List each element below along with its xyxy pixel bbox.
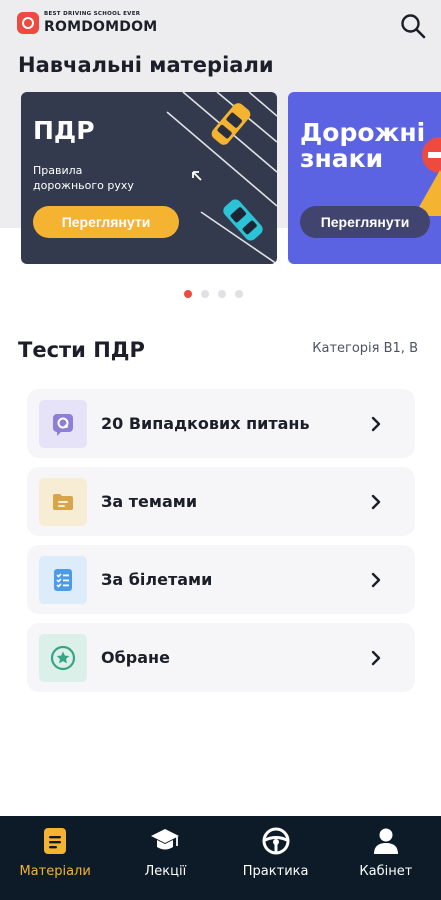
bottom-navigation: Матеріали Лекції Практика Кабінет <box>0 816 441 900</box>
nav-label: Кабінет <box>359 864 413 879</box>
chevron-right-icon <box>363 489 389 515</box>
carousel-dot[interactable] <box>201 290 209 298</box>
logo-name: ROMDOMDOM <box>44 18 158 35</box>
list-item-by-topics[interactable]: За темами <box>27 467 415 536</box>
list-item-favorites[interactable]: Обране <box>27 623 415 692</box>
question-bubble-icon <box>39 399 87 448</box>
carousel-pagination <box>184 290 243 298</box>
card-pdr-title: ПДР <box>33 116 95 145</box>
card-road-signs[interactable]: Дорожні знаки Переглянути <box>288 92 441 264</box>
carousel-dot[interactable] <box>184 290 192 298</box>
list-item-label: За темами <box>101 492 198 511</box>
nav-label: Матеріали <box>19 864 91 879</box>
chevron-right-icon <box>363 411 389 437</box>
list-item-label: За білетами <box>101 570 213 589</box>
carousel-dot[interactable] <box>235 290 243 298</box>
nav-item-cabinet[interactable]: Кабінет <box>331 816 441 900</box>
materials-title: Навчальні матеріали <box>18 53 274 77</box>
tests-title: Тести ПДР <box>18 338 145 362</box>
materials-carousel[interactable]: ПДР Правила дорожнього руху Переглянути … <box>0 92 441 265</box>
app-header: BEST DRIVING SCHOOL EVER ROMDOMDOM <box>0 0 441 50</box>
search-button[interactable] <box>399 12 427 40</box>
card-pdr-subtitle: Правила дорожнього руху <box>33 164 134 192</box>
card-pdr-view-button[interactable]: Переглянути <box>33 206 179 238</box>
card-signs-title: Дорожні знаки <box>300 118 426 174</box>
nav-label: Лекції <box>144 864 187 879</box>
nav-label: Практика <box>242 864 309 879</box>
logo-mark-icon <box>17 12 39 34</box>
chevron-right-icon <box>363 567 389 593</box>
search-icon <box>401 14 426 39</box>
list-item-label: Обране <box>101 648 170 667</box>
steering-wheel-icon <box>261 826 291 856</box>
nav-item-materials[interactable]: Матеріали <box>0 816 110 900</box>
graduation-cap-icon <box>150 826 180 856</box>
folder-icon <box>39 477 87 526</box>
nav-item-practice[interactable]: Практика <box>221 816 331 900</box>
chevron-right-icon <box>363 645 389 671</box>
nav-item-lectures[interactable]: Лекції <box>110 816 220 900</box>
carousel-dot[interactable] <box>218 290 226 298</box>
document-icon <box>40 826 70 856</box>
category-selector[interactable]: Категорія B1, B <box>312 341 418 356</box>
star-icon <box>39 633 87 682</box>
card-signs-view-button[interactable]: Переглянути <box>300 206 430 238</box>
card-pdr[interactable]: ПДР Правила дорожнього руху Переглянути <box>21 92 277 264</box>
list-item-label: 20 Випадкових питань <box>101 414 310 433</box>
list-item-random-questions[interactable]: 20 Випадкових питань <box>27 389 415 458</box>
logo-tagline: BEST DRIVING SCHOOL EVER <box>44 11 141 18</box>
app-logo: BEST DRIVING SCHOOL EVER ROMDOMDOM <box>17 12 157 34</box>
checklist-icon <box>39 555 87 604</box>
list-item-by-tickets[interactable]: За білетами <box>27 545 415 614</box>
user-icon <box>371 826 401 856</box>
